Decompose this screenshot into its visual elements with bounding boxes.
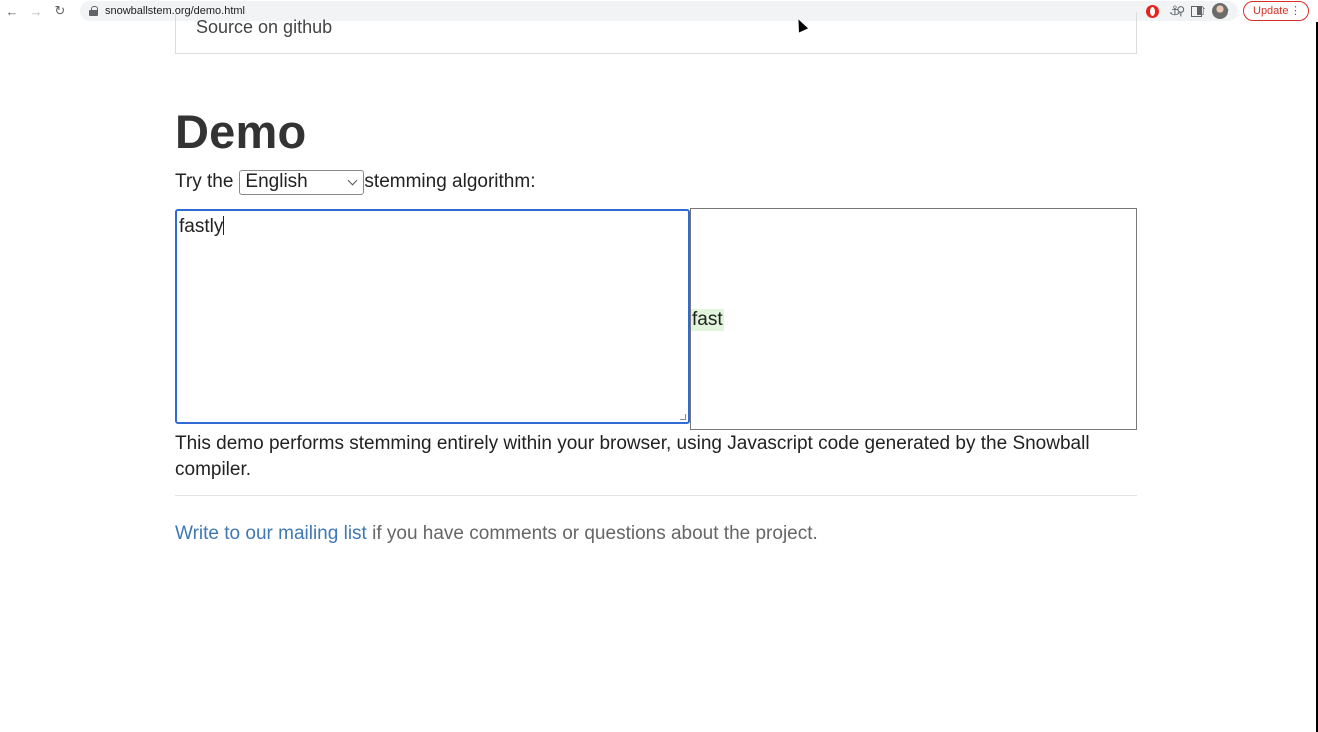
resize-handle-icon[interactable] <box>680 414 686 420</box>
update-button[interactable]: Update ⋮ <box>1243 1 1309 21</box>
try-prefix-label: Try the <box>175 171 234 192</box>
input-text: fastly <box>179 216 224 237</box>
forward-arrow-icon[interactable]: → <box>24 0 48 22</box>
profile-avatar-icon[interactable] <box>1211 3 1228 19</box>
chevron-down-icon <box>347 175 358 185</box>
more-menu-icon: ⋮ <box>1290 5 1301 17</box>
page-title: Demo <box>175 105 307 158</box>
divider <box>175 495 1137 496</box>
lock-icon[interactable] <box>89 6 98 16</box>
opera-extension-icon[interactable] <box>1146 4 1159 18</box>
extensions-puzzle-icon[interactable]: ⚓ <box>1169 3 1181 19</box>
side-panel-icon[interactable] <box>1190 5 1202 17</box>
text-caret <box>223 216 225 235</box>
footer-text: Write to our mailing list if you have co… <box>175 523 818 545</box>
source-on-github-link[interactable]: Source on github <box>196 17 332 38</box>
try-row: Try the English stemming algorithm: <box>175 169 535 195</box>
mailing-list-link[interactable]: Write to our mailing list <box>175 523 367 544</box>
try-suffix-label: stemming algorithm: <box>364 171 536 192</box>
stemmed-word: fast <box>691 309 724 331</box>
back-arrow-icon[interactable]: ← <box>0 0 24 22</box>
stem-input-textarea[interactable]: fastly <box>175 209 690 424</box>
source-box: Source on github <box>175 12 1137 54</box>
language-select-value: English <box>245 171 308 192</box>
reload-icon[interactable]: ↻ <box>48 0 72 22</box>
footer-suffix: if you have comments or questions about … <box>366 523 818 544</box>
stem-output-box: fast <box>690 208 1137 430</box>
update-button-label: Update <box>1253 5 1289 17</box>
demo-description: This demo performs stemming entirely wit… <box>175 433 1090 480</box>
language-select[interactable]: English <box>239 169 365 195</box>
